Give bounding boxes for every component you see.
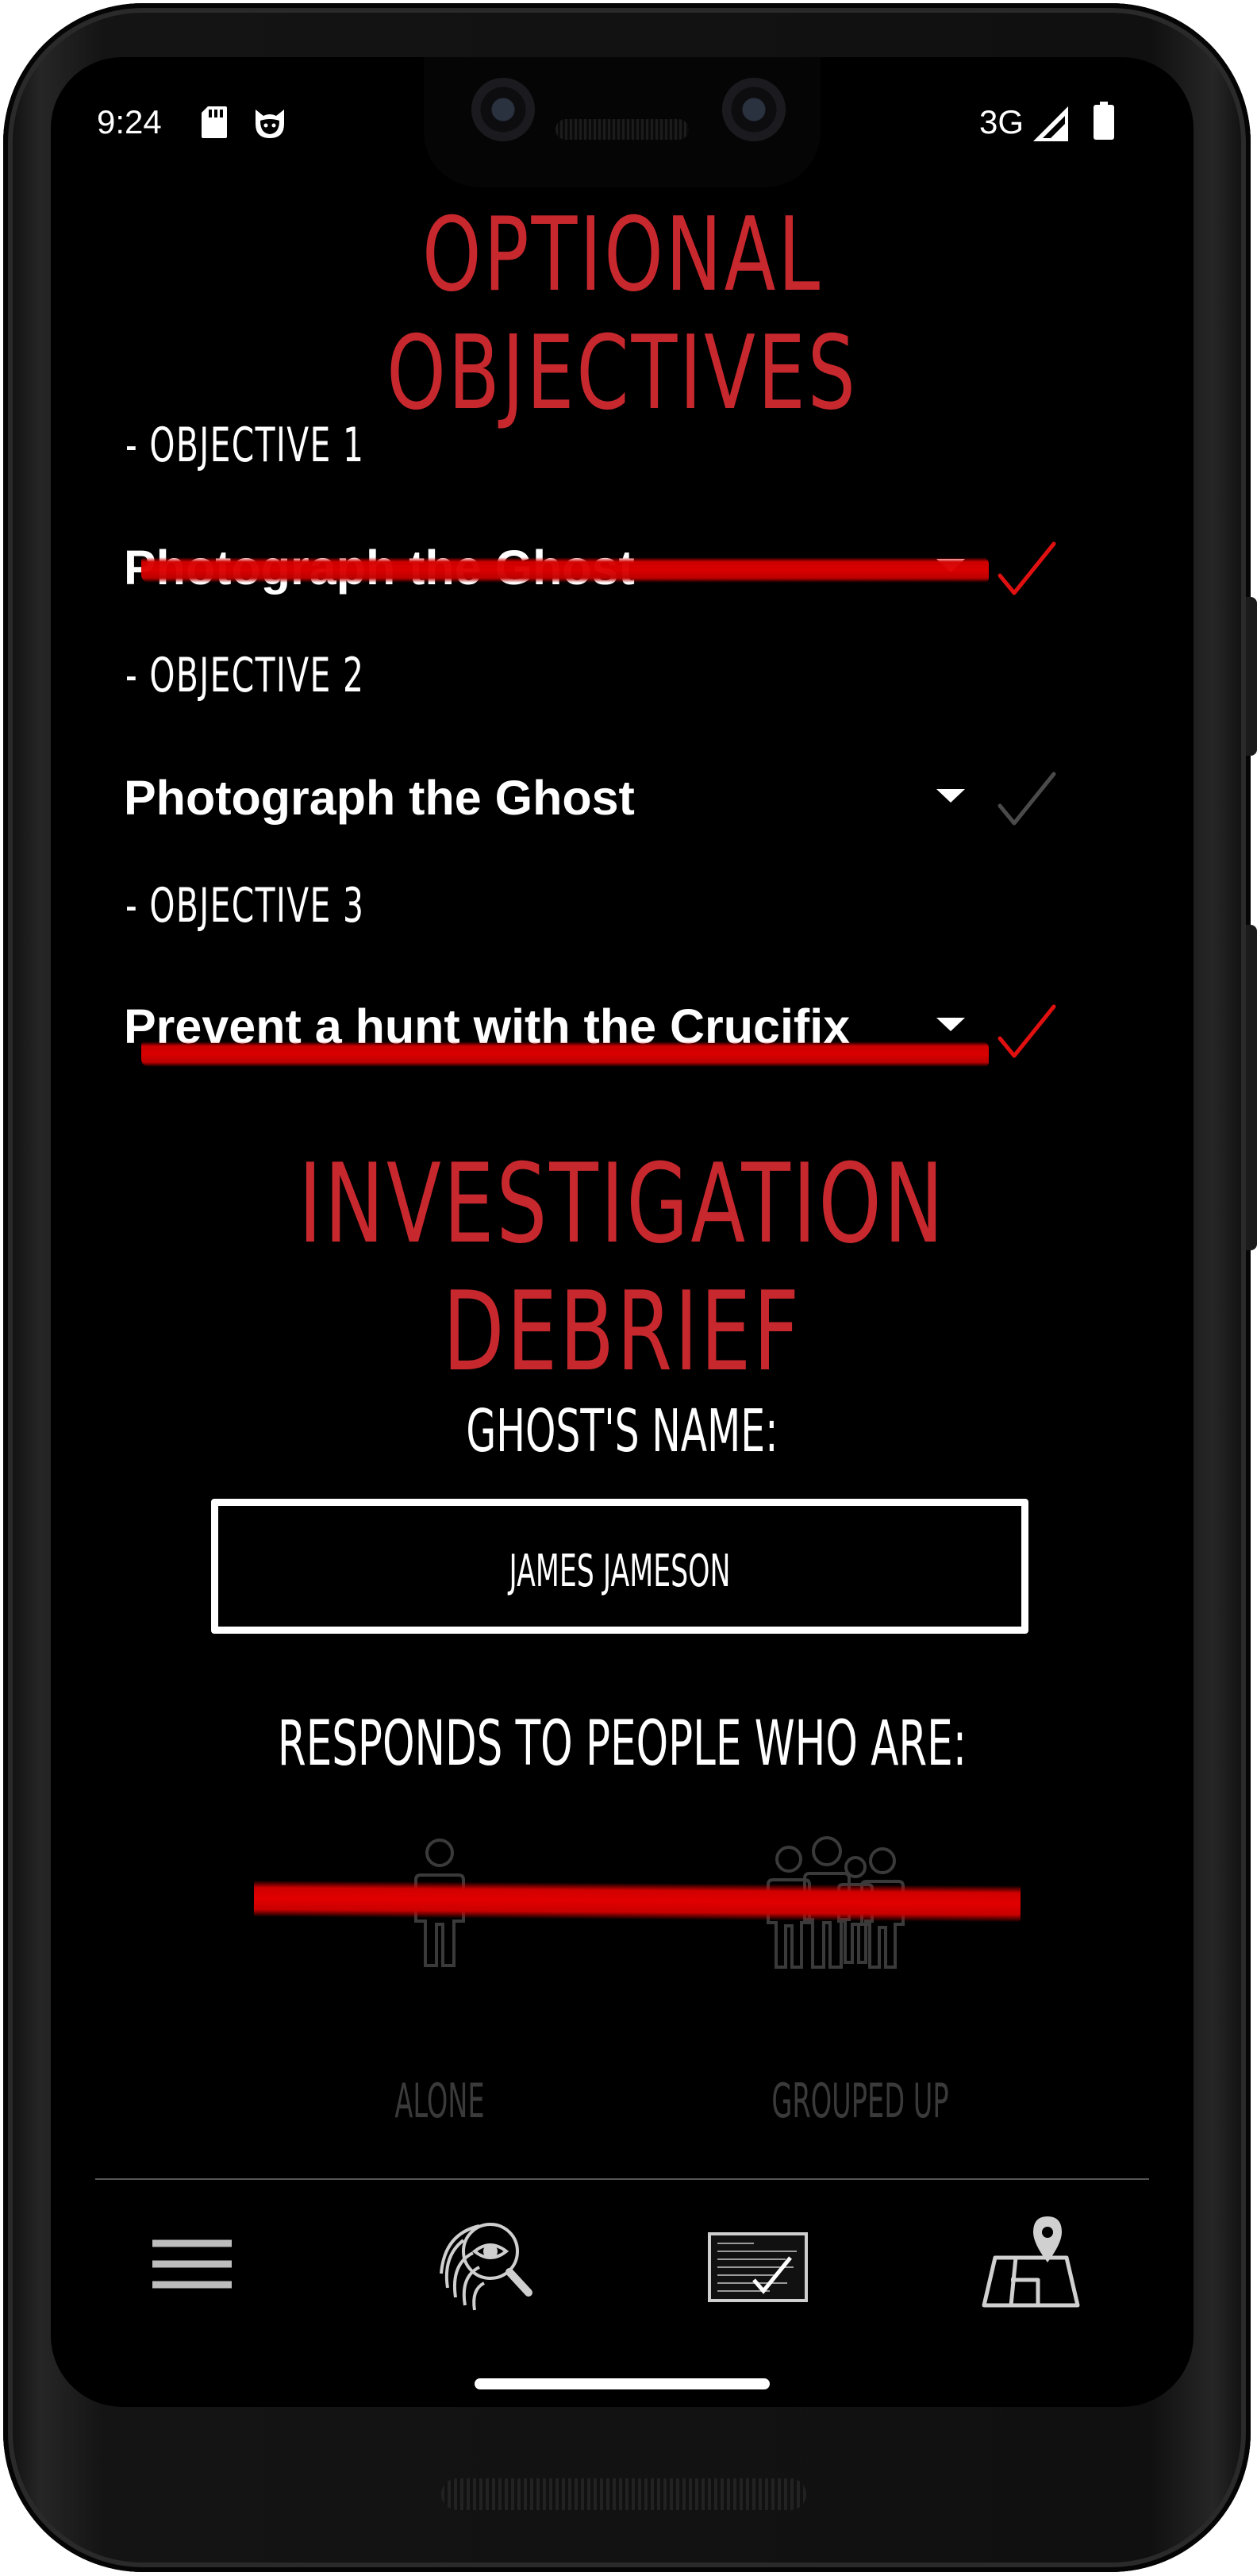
nav-menu-button[interactable]: [136, 2201, 256, 2335]
objective-2-select[interactable]: Photograph the Ghost: [124, 765, 1005, 830]
power-button: [1246, 597, 1257, 756]
front-camera-icon: [471, 78, 535, 141]
objectives-board-icon: [708, 2232, 808, 2302]
alone-label: ALONE: [394, 2074, 485, 2129]
objective-3-select[interactable]: Prevent a hunt with the Crucifix: [124, 994, 1005, 1067]
checkmark-icon[interactable]: [995, 1002, 1059, 1065]
nav-objectives-button[interactable]: [698, 2201, 817, 2335]
map-pin-icon: [982, 2216, 1080, 2308]
grouped-up-label: GROUPED UP: [771, 2074, 949, 2129]
signal-icon: [1033, 106, 1068, 141]
nav-map-button[interactable]: [971, 2201, 1090, 2335]
earpiece-speaker: [555, 119, 689, 140]
bottom-speaker-grille: [441, 2478, 806, 2510]
nav-divider: [95, 2178, 1149, 2180]
cat-face-icon: [256, 110, 284, 138]
objective-1-select[interactable]: Photograph the Ghost: [124, 535, 1005, 600]
menu-icon: [152, 2239, 232, 2289]
responds-label: RESPONDS TO PEOPLE WHO ARE:: [277, 1708, 967, 1780]
objective-2-value: Photograph the Ghost: [124, 771, 635, 825]
volume-button: [1246, 925, 1257, 1250]
checkmark-icon[interactable]: [995, 769, 1059, 833]
optional-objectives-title: OPTIONAL OBJECTIVES: [386, 196, 858, 433]
chevron-down-icon: [936, 789, 965, 803]
fingerprint-search-icon: [440, 2223, 532, 2311]
objective-2-label: - OBJECTIVE 2: [125, 648, 365, 703]
chevron-down-icon: [936, 1018, 965, 1031]
grouped-up-option[interactable]: GROUPED UP: [733, 1835, 987, 2153]
strikethrough-mark: [141, 557, 989, 583]
ghost-name-label: GHOST'S NAME:: [466, 1397, 778, 1465]
strikethrough-mark: [253, 1880, 1021, 1923]
investigation-debrief-title: INVESTIGATION DEBRIEF: [298, 1140, 946, 1396]
battery-icon: [1094, 102, 1114, 140]
status-time: 9:24: [97, 103, 162, 141]
front-camera-icon: [722, 78, 786, 141]
display-notch: [424, 57, 821, 187]
ghost-name-value: JAMES JAMESON: [509, 1546, 731, 1597]
ghost-name-field[interactable]: JAMES JAMESON: [211, 1499, 1028, 1634]
app-screen: 9:24 3G OPTIONAL OBJECTIVES - OBJECTIVE …: [51, 57, 1194, 2407]
network-type: 3G: [979, 103, 1024, 141]
checkmark-icon[interactable]: [995, 539, 1059, 603]
nav-evidence-button[interactable]: [424, 2201, 543, 2335]
strikethrough-mark: [141, 1042, 989, 1067]
home-indicator[interactable]: [475, 2378, 770, 2389]
objective-3-label: - OBJECTIVE 3: [125, 878, 365, 934]
sd-card-icon: [202, 106, 227, 138]
objective-1-label: - OBJECTIVE 1: [125, 418, 365, 473]
